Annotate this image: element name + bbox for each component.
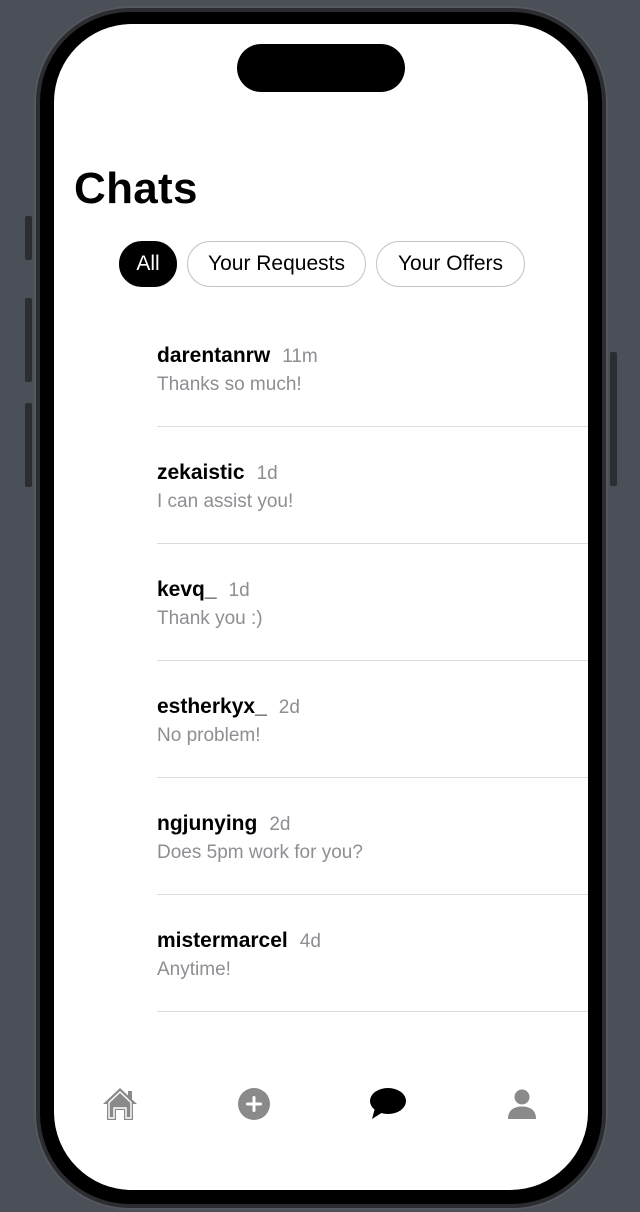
chat-row[interactable]: kevq_ 1d Thank you :)	[157, 544, 588, 661]
chat-last-message: Thanks so much!	[157, 374, 302, 395]
home-icon	[103, 1088, 137, 1120]
filter-chip-your-offers[interactable]: Your Offers	[376, 241, 525, 287]
volume-down-button	[25, 403, 32, 487]
chat-username: zekaistic	[157, 461, 245, 484]
action-button	[25, 216, 32, 260]
tab-bar	[54, 1084, 588, 1124]
filter-chip-your-requests[interactable]: Your Requests	[187, 241, 366, 287]
person-icon	[508, 1089, 536, 1119]
dynamic-island	[237, 44, 405, 92]
chat-timestamp: 11m	[282, 346, 318, 367]
chat-list: darentanrw 11m Thanks so much! zekaistic…	[157, 310, 588, 1012]
tab-create[interactable]	[234, 1084, 274, 1124]
power-button	[610, 352, 617, 486]
chat-header: darentanrw 11m	[157, 344, 318, 368]
chat-username: estherkyx_	[157, 695, 267, 718]
chat-timestamp: 1d	[228, 580, 250, 601]
chat-username: darentanrw	[157, 344, 271, 367]
tab-chats[interactable]	[368, 1084, 408, 1124]
chat-bubble-icon	[370, 1088, 406, 1119]
tab-home[interactable]	[100, 1084, 140, 1124]
chat-last-message: No problem!	[157, 725, 261, 746]
chat-username: ngjunying	[157, 812, 258, 835]
chat-row[interactable]: estherkyx_ 2d No problem!	[157, 661, 588, 778]
chat-last-message: Thank you :)	[157, 608, 263, 629]
chat-last-message: I can assist you!	[157, 491, 294, 512]
chat-username: kevq_	[157, 578, 217, 601]
chat-header: ngjunying 2d	[157, 812, 290, 836]
chat-timestamp: 2d	[278, 697, 300, 718]
chat-last-message: Anytime!	[157, 959, 231, 980]
chat-row[interactable]: ngjunying 2d Does 5pm work for you?	[157, 778, 588, 895]
chat-header: zekaistic 1d	[157, 461, 278, 485]
chat-last-message: Does 5pm work for you?	[157, 842, 363, 863]
app-screen: Chats All Your Requests Your Offers dare…	[54, 24, 588, 1190]
chat-header: kevq_ 1d	[157, 578, 250, 602]
chat-row[interactable]: zekaistic 1d I can assist you!	[157, 427, 588, 544]
filter-chip-all[interactable]: All	[119, 241, 177, 287]
chat-row[interactable]: mistermarcel 4d Anytime!	[157, 895, 588, 1012]
filter-chips: All Your Requests Your Offers	[119, 241, 525, 287]
tab-profile[interactable]	[502, 1084, 542, 1124]
chat-username: mistermarcel	[157, 929, 288, 952]
simulator-stage: Chats All Your Requests Your Offers dare…	[0, 0, 640, 1212]
chat-timestamp: 2d	[269, 814, 291, 835]
chat-row[interactable]: darentanrw 11m Thanks so much!	[157, 310, 588, 427]
chat-header: mistermarcel 4d	[157, 929, 321, 953]
chat-timestamp: 4d	[299, 931, 321, 952]
chat-timestamp: 1d	[256, 463, 278, 484]
volume-up-button	[25, 298, 32, 382]
chat-header: estherkyx_ 2d	[157, 695, 300, 719]
add-circle-icon	[238, 1088, 270, 1120]
page-title: Chats	[74, 164, 198, 213]
